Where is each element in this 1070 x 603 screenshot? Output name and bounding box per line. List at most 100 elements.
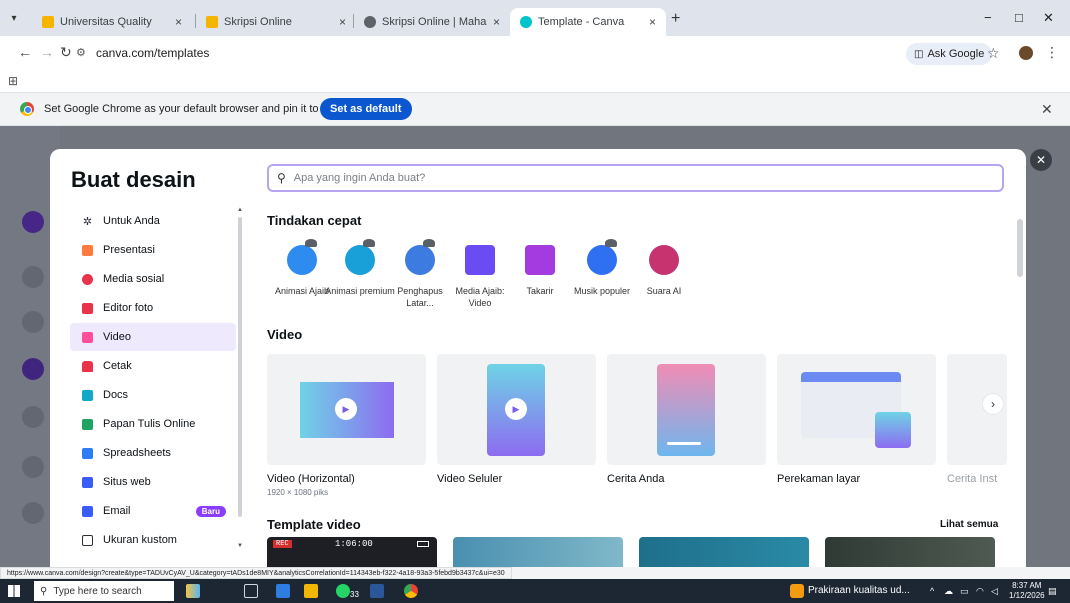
canva-favicon-icon <box>520 16 532 28</box>
browser-toolbar: ← → ↻ ⚙ canva.com/templates ◫ Ask Google… <box>0 36 1070 72</box>
tray-expand-icon[interactable]: ^ <box>930 586 934 596</box>
premium-animation-icon <box>345 239 375 275</box>
sidebar-item-label: Media sosial <box>103 273 165 285</box>
weather-tray-icon[interactable] <box>790 584 804 598</box>
sidebar-item-docs[interactable]: Docs <box>70 381 236 409</box>
tab-title: Universitas Quality <box>60 16 152 28</box>
sidebar-scroll-down-icon[interactable]: ▼ <box>237 543 243 549</box>
sidebar-item-papan-tulis[interactable]: Papan Tulis Online <box>70 410 236 438</box>
close-tab-icon[interactable]: × <box>339 15 346 29</box>
design-search-box[interactable]: ⚲ <box>267 164 1004 192</box>
sidebar-item-ukuran-kustom[interactable]: Ukuran kustom <box>70 526 236 554</box>
apps-grid-icon[interactable]: ⊞ <box>8 74 18 88</box>
ai-voice-icon <box>649 245 679 275</box>
close-tab-icon[interactable]: × <box>175 15 182 29</box>
video-card-horizontal[interactable]: ▶ <box>267 354 426 465</box>
quick-action-suara-ai[interactable]: Suara AI <box>629 245 699 297</box>
video-card-cerita[interactable] <box>607 354 766 465</box>
modal-close-button[interactable]: ✕ <box>1030 149 1052 171</box>
chrome-logo-icon <box>20 102 34 116</box>
new-tab-button[interactable]: + <box>671 10 680 28</box>
close-window-icon[interactable]: ✕ <box>1043 10 1054 26</box>
sidebar-item-label: Email <box>103 505 131 517</box>
word-icon[interactable] <box>370 584 384 598</box>
bookmark-star-icon[interactable]: ☆ <box>987 45 1000 62</box>
sidebar-item-label: Video <box>103 331 131 343</box>
tab-search-chevron-icon[interactable]: ▾ <box>6 10 22 26</box>
tab-skripsi-online[interactable]: Skripsi Online × <box>196 8 356 36</box>
sidebar-item-presentasi[interactable]: Presentasi <box>70 236 236 264</box>
site-settings-icon[interactable]: ⚙ <box>76 46 86 59</box>
google-lens-icon: ◫ <box>914 48 924 60</box>
template-video-thumbnail[interactable] <box>825 537 995 567</box>
see-all-link[interactable]: Lihat semua <box>940 519 998 530</box>
sidebar-item-cetak[interactable]: Cetak <box>70 352 236 380</box>
clock-date: 1/12/2026 <box>1009 591 1045 600</box>
globe-favicon-icon <box>364 16 376 28</box>
reload-icon[interactable]: ↻ <box>60 44 72 61</box>
quick-action-takarir[interactable]: Takarir <box>505 245 575 297</box>
weather-widget-icon[interactable] <box>186 584 200 598</box>
video-card-seluler[interactable]: ▶ <box>437 354 596 465</box>
sidebar-item-media-sosial[interactable]: Media sosial <box>70 265 236 293</box>
sidebar-item-spreadsheets[interactable]: Spreadsheets <box>70 439 236 467</box>
sidebar-item-email[interactable]: Email Baru <box>70 497 236 525</box>
maximize-icon[interactable]: □ <box>1015 10 1023 25</box>
task-view-icon[interactable] <box>244 584 258 598</box>
weather-tray-text[interactable]: Prakiraan kualitas ud... <box>808 585 910 596</box>
tab-skripsi-mahasiswa[interactable]: Skripsi Online | Mahasiswa × <box>354 8 510 36</box>
template-video-thumbnail[interactable] <box>639 537 809 567</box>
template-video-thumbnail[interactable]: REC 1:06:00 <box>267 537 437 567</box>
sidebar-item-untuk-anda[interactable]: ✲ Untuk Anda <box>70 207 236 235</box>
file-explorer-icon[interactable] <box>276 584 290 598</box>
whatsapp-icon[interactable] <box>336 584 350 598</box>
back-arrow-icon[interactable]: ← <box>18 44 32 60</box>
video-card-dimensions: 1920 × 1080 piks <box>267 488 329 497</box>
main-scrollbar[interactable] <box>1017 219 1023 277</box>
play-icon: ▶ <box>335 398 357 420</box>
windows-start-icon[interactable] <box>8 585 20 597</box>
store-icon[interactable] <box>304 584 318 598</box>
minimize-icon[interactable]: − <box>984 10 992 25</box>
set-as-default-button[interactable]: Set as default <box>320 98 412 120</box>
crown-icon <box>363 239 375 247</box>
battery-icon <box>417 541 429 547</box>
sidebar-item-editor-foto[interactable]: Editor foto <box>70 294 236 322</box>
sidebar-item-video[interactable]: Video <box>70 323 236 351</box>
tray-wifi-icon[interactable]: ◠ <box>976 586 984 597</box>
envelope-icon <box>82 505 93 517</box>
tray-cloud-icon[interactable]: ☁ <box>944 586 953 597</box>
forward-arrow-icon[interactable]: → <box>40 44 54 60</box>
chrome-menu-icon[interactable]: ⋮ <box>1045 44 1059 61</box>
printer-icon <box>82 360 93 372</box>
ask-google-button[interactable]: ◫ Ask Google <box>906 43 993 65</box>
tab-universitas-quality[interactable]: Universitas Quality × <box>32 8 192 36</box>
taskbar-clock[interactable]: 8:37 AM 1/12/2026 <box>1009 581 1045 601</box>
modal-title: Buat desain <box>71 167 196 192</box>
design-search-input[interactable] <box>293 172 944 184</box>
close-tab-icon[interactable]: × <box>649 15 656 29</box>
sidebar-item-situs-web[interactable]: Situs web <box>70 468 236 496</box>
taskbar-search-box[interactable]: ⚲ Type here to search <box>34 581 174 601</box>
tray-volume-icon[interactable]: ◁ <box>991 586 998 597</box>
sidebar-scroll-up-icon[interactable]: ▲ <box>237 207 243 213</box>
play-icon: ▶ <box>505 398 527 420</box>
video-card-label: Perekaman layar <box>777 473 861 485</box>
tray-battery-icon[interactable]: ▭ <box>960 586 969 597</box>
video-card-perekaman-layar[interactable] <box>777 354 936 465</box>
profile-avatar[interactable] <box>1019 46 1033 60</box>
video-section-title: Video <box>267 327 303 342</box>
address-bar[interactable]: canva.com/templates <box>96 46 209 60</box>
quick-action-label: Suara AI <box>646 286 682 296</box>
sidebar-scrollbar[interactable] <box>238 217 242 517</box>
tab-template-canva[interactable]: Template - Canva × <box>510 8 666 36</box>
quick-action-musik-populer[interactable]: Musik populer <box>567 239 637 297</box>
infobar-close-icon[interactable]: ✕ <box>1041 101 1053 118</box>
template-video-thumbnail[interactable] <box>453 537 623 567</box>
notification-center-icon[interactable]: ▤ <box>1048 586 1057 597</box>
crown-icon <box>605 239 617 247</box>
carousel-next-button[interactable]: › <box>982 393 1004 415</box>
story-progress-bar <box>667 442 701 445</box>
close-tab-icon[interactable]: × <box>493 15 500 29</box>
chrome-taskbar-icon[interactable] <box>404 584 418 598</box>
